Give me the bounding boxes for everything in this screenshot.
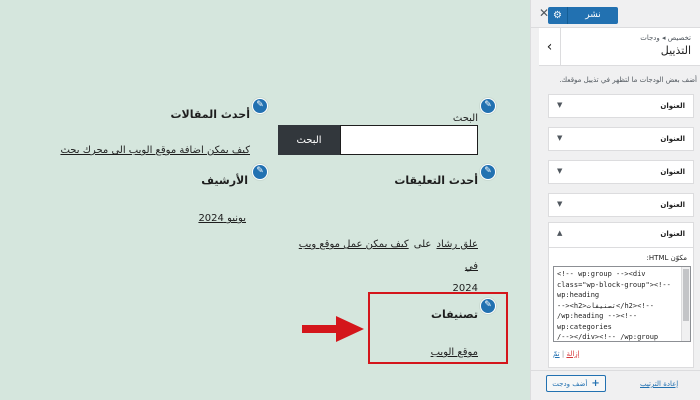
category-link[interactable]: موقع الويب bbox=[431, 347, 478, 358]
reorder-link[interactable]: إعادة الترتيب bbox=[640, 380, 678, 388]
scrollbar[interactable] bbox=[681, 267, 690, 341]
plus-icon: + bbox=[591, 378, 600, 389]
widget-item-label: العنوان bbox=[660, 168, 685, 176]
widget-item-label: العنوان bbox=[660, 230, 685, 238]
widget-item[interactable]: العنوان ▼ bbox=[548, 160, 694, 184]
edit-recent-comments-pencil-icon[interactable]: ✎ bbox=[480, 164, 496, 180]
add-widget-button[interactable]: + أضف ودجت bbox=[546, 375, 606, 392]
footer-divider bbox=[530, 370, 700, 371]
widget-list: العنوان ▼ العنوان ▼ العنوان ▼ العنوان ▼ … bbox=[530, 0, 700, 400]
edit-archive-pencil-icon[interactable]: ✎ bbox=[252, 164, 268, 180]
code-line: <!-- wp:group --><div bbox=[557, 270, 646, 278]
search-form: البحث bbox=[278, 125, 478, 155]
scrollbar-thumb[interactable] bbox=[683, 269, 689, 321]
comment-on-text: على bbox=[413, 239, 432, 250]
expanded-widget-body: مكوّن HTML: <!-- wp:group --><div class=… bbox=[548, 248, 694, 368]
arrow-down-icon[interactable]: ▼ bbox=[557, 101, 562, 109]
html-code-textarea[interactable]: <!-- wp:group --><div class="wp-block-gr… bbox=[553, 266, 691, 342]
comment-author-link[interactable]: علق رشاد bbox=[436, 239, 478, 250]
widget-item[interactable]: العنوان ▼ bbox=[548, 193, 694, 217]
recent-comment-entry: علق رشاد على كيف يمكن عمل موقع ويب في 20… bbox=[288, 232, 478, 298]
code-line: class="wp-block-group"><!-- bbox=[557, 280, 671, 289]
arrow-down-icon[interactable]: ▼ bbox=[557, 167, 562, 175]
archive-month-link[interactable]: يونيو 2024 bbox=[198, 213, 246, 224]
archive-title: الأرشيف bbox=[201, 174, 248, 187]
search-button[interactable]: البحث bbox=[278, 125, 340, 155]
recent-posts-title: أحدث المقالات bbox=[170, 108, 250, 121]
recent-comments-title: أحدث التعليقات bbox=[394, 174, 478, 187]
widget-item-label: العنوان bbox=[660, 102, 685, 110]
code-line: /--></div><!-- /wp:group bbox=[557, 333, 659, 341]
html-widget-label: مكوّن HTML: bbox=[646, 254, 687, 262]
arrow-up-icon[interactable]: ▲ bbox=[557, 229, 562, 237]
categories-title: تصنيفات bbox=[430, 308, 478, 321]
widget-item[interactable]: العنوان ▼ bbox=[548, 94, 694, 118]
widget-item-label: العنوان bbox=[660, 201, 685, 209]
done-link[interactable]: تمّ bbox=[553, 350, 560, 358]
edit-categories-pencil-icon[interactable]: ✎ bbox=[480, 298, 496, 314]
arrow-down-icon[interactable]: ▼ bbox=[557, 134, 562, 142]
recent-post-link[interactable]: كيف يمكن اضافة موقع الويب الى محرك بحث bbox=[60, 145, 250, 156]
code-line: /wp:heading --><!-- bbox=[557, 312, 638, 320]
red-arrow-icon bbox=[302, 316, 364, 342]
recent-posts-widget: أحدث المقالات bbox=[170, 108, 250, 121]
code-line: wp:categories bbox=[557, 322, 612, 331]
search-input[interactable] bbox=[340, 125, 478, 155]
widget-item-label: العنوان bbox=[660, 135, 685, 143]
site-preview: ✎ أحدث المقالات كيف يمكن اضافة موقع الوي… bbox=[0, 0, 530, 400]
edit-search-pencil-icon[interactable]: ✎ bbox=[480, 98, 496, 114]
add-widget-label: أضف ودجت bbox=[552, 379, 588, 388]
widget-item[interactable]: العنوان ▼ bbox=[548, 127, 694, 151]
edit-recent-posts-pencil-icon[interactable]: ✎ bbox=[252, 98, 268, 114]
arrow-down-icon[interactable]: ▼ bbox=[557, 200, 562, 208]
remove-widget-link[interactable]: إزالة bbox=[566, 350, 579, 358]
code-line: --><h2>تصنيفات</h2><!-- bbox=[557, 301, 654, 310]
expanded-widget-header[interactable]: العنوان ▲ bbox=[548, 222, 694, 248]
code-line: wp:heading bbox=[557, 291, 600, 299]
